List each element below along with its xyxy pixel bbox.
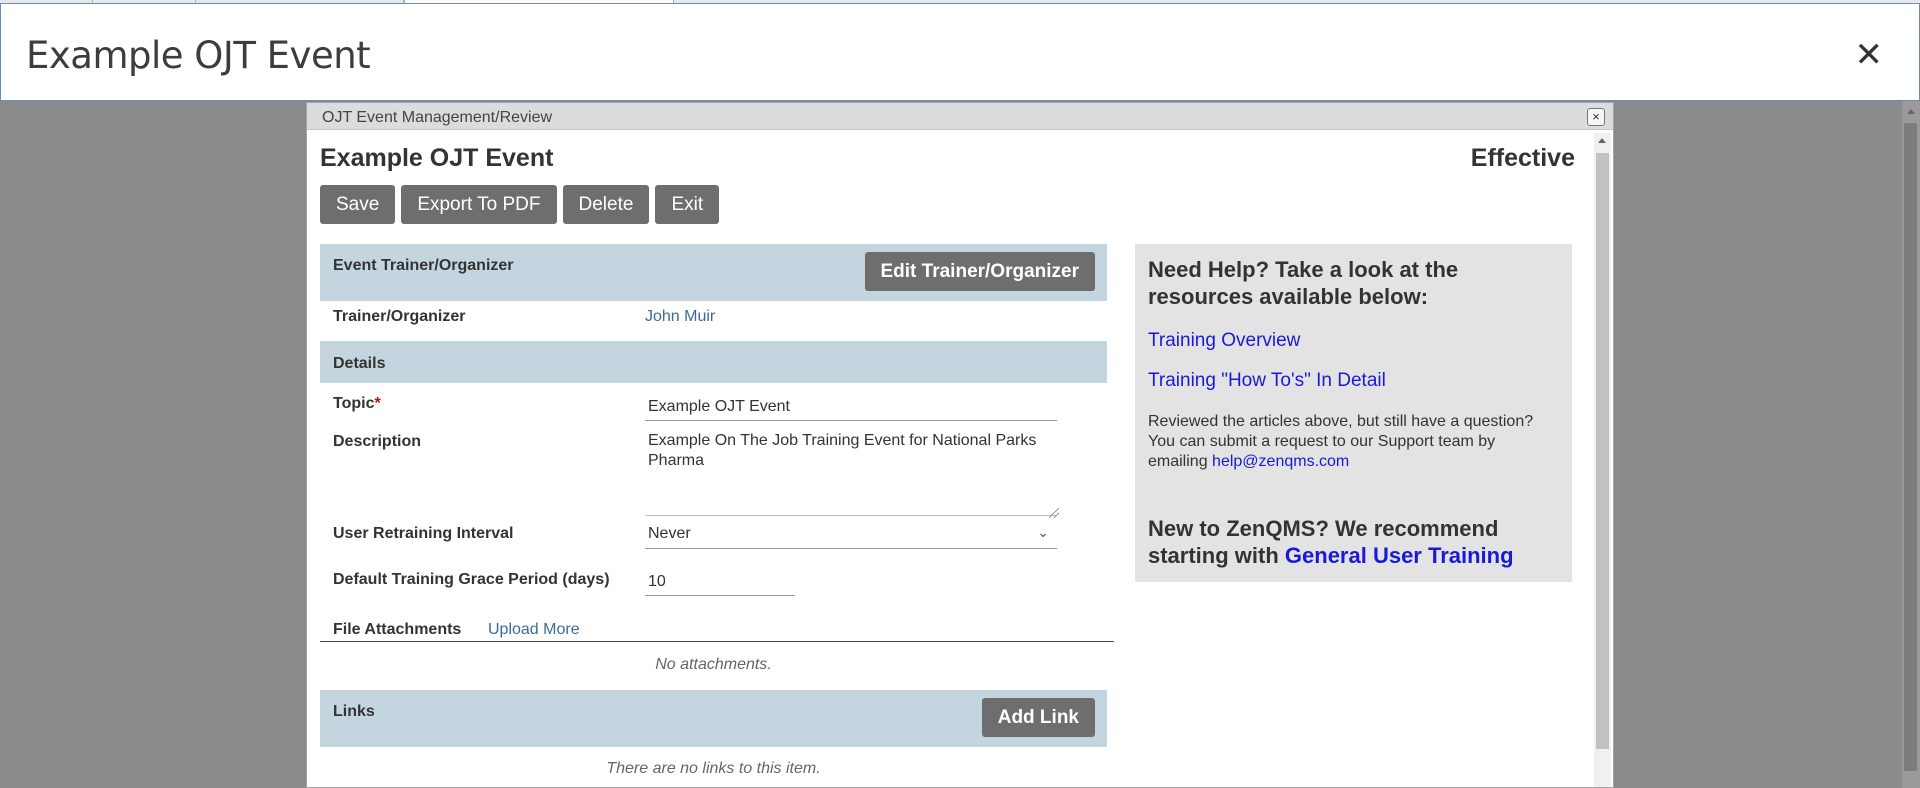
edit-trainer-button[interactable]: Edit Trainer/Organizer — [864, 252, 1095, 291]
scrollbar-thumb[interactable] — [1904, 123, 1917, 771]
retraining-label: User Retraining Interval — [333, 525, 514, 542]
grace-period-row: Default Training Grace Period (days) — [320, 558, 1107, 608]
new-user-recommendation: New to ZenQMS? We recommend starting wit… — [1148, 515, 1559, 569]
topic-row: Topic* — [320, 383, 1107, 423]
ojt-event-dialog: OJT Event Management/Review × Example OJ… — [306, 102, 1614, 788]
grace-period-label: Default Training Grace Period (days) — [333, 571, 610, 588]
delete-button[interactable]: Delete — [562, 185, 650, 224]
support-email-link[interactable]: help@zenqms.com — [1212, 453, 1349, 470]
section-title: Details — [333, 355, 386, 372]
upload-more-link[interactable]: Upload More — [488, 621, 580, 639]
dialog-scrollbar[interactable] — [1594, 133, 1611, 787]
description-label: Description — [333, 433, 422, 450]
help-body: Reviewed the articles above, but still h… — [1148, 412, 1559, 472]
exit-button[interactable]: Exit — [655, 185, 720, 224]
no-links-note: There are no links to this item. — [606, 760, 821, 777]
training-how-tos-link[interactable]: Training "How To's" In Detail — [1148, 370, 1559, 392]
details-section-header: Details — [320, 341, 1107, 383]
export-pdf-button[interactable]: Export To PDF — [401, 185, 557, 224]
retraining-row: User Retraining Interval Never ⌄ — [320, 516, 1107, 558]
close-icon[interactable]: ✕ — [1855, 38, 1884, 72]
topic-label: Topic* — [333, 395, 381, 413]
add-link-button[interactable]: Add Link — [981, 698, 1095, 737]
grace-period-input[interactable] — [645, 568, 795, 596]
help-heading: Need Help? Take a look at the resources … — [1148, 257, 1459, 309]
action-toolbar: Save Export To PDF Delete Exit — [320, 185, 720, 224]
dialog-titlebar[interactable]: OJT Event Management/Review × — [307, 103, 1613, 130]
modal-header: Example OJT Event ✕ — [0, 3, 1920, 101]
document-status: Effective — [1470, 144, 1575, 172]
help-panel: Need Help? Take a look at the resources … — [1135, 244, 1572, 582]
attachments-header: File Attachments Upload More — [320, 608, 1114, 642]
trainer-row: Trainer/Organizer John Muir — [320, 301, 1107, 341]
trainer-link[interactable]: John Muir — [645, 308, 715, 326]
document-title: Example OJT Event — [320, 144, 554, 172]
event-form: Event Trainer/Organizer Edit Trainer/Org… — [320, 244, 1114, 787]
attachments-label: File Attachments — [333, 621, 462, 638]
scrollbar-thumb[interactable] — [1596, 153, 1609, 749]
save-button[interactable]: Save — [320, 185, 396, 224]
chevron-down-icon: ⌄ — [1037, 524, 1049, 540]
training-overview-link[interactable]: Training Overview — [1148, 330, 1559, 352]
scroll-up-icon[interactable] — [1907, 109, 1915, 114]
topic-input[interactable] — [645, 393, 1057, 421]
retraining-selected-value: Never — [648, 525, 691, 542]
no-attachments-note: No attachments. — [655, 656, 772, 673]
scroll-up-icon[interactable] — [1598, 138, 1606, 143]
required-marker: * — [374, 395, 381, 412]
section-title: Links — [333, 703, 375, 720]
retraining-select[interactable]: Never ⌄ — [645, 519, 1057, 549]
modal-title: Example OJT Event — [26, 34, 371, 77]
section-title: Event Trainer/Organizer — [333, 257, 514, 274]
general-user-training-link[interactable]: General User Training — [1285, 543, 1514, 568]
trainer-label: Trainer/Organizer — [333, 308, 466, 325]
trainer-section-header: Event Trainer/Organizer Edit Trainer/Org… — [320, 244, 1107, 301]
dialog-title: OJT Event Management/Review — [322, 109, 553, 126]
topic-label-text: Topic — [333, 395, 375, 412]
dialog-close-icon[interactable]: × — [1587, 108, 1605, 126]
page-scrollbar[interactable] — [1902, 101, 1920, 788]
description-textarea[interactable]: Example On The Job Training Event for Na… — [645, 428, 1057, 516]
links-section-header: Links Add Link — [320, 690, 1107, 747]
